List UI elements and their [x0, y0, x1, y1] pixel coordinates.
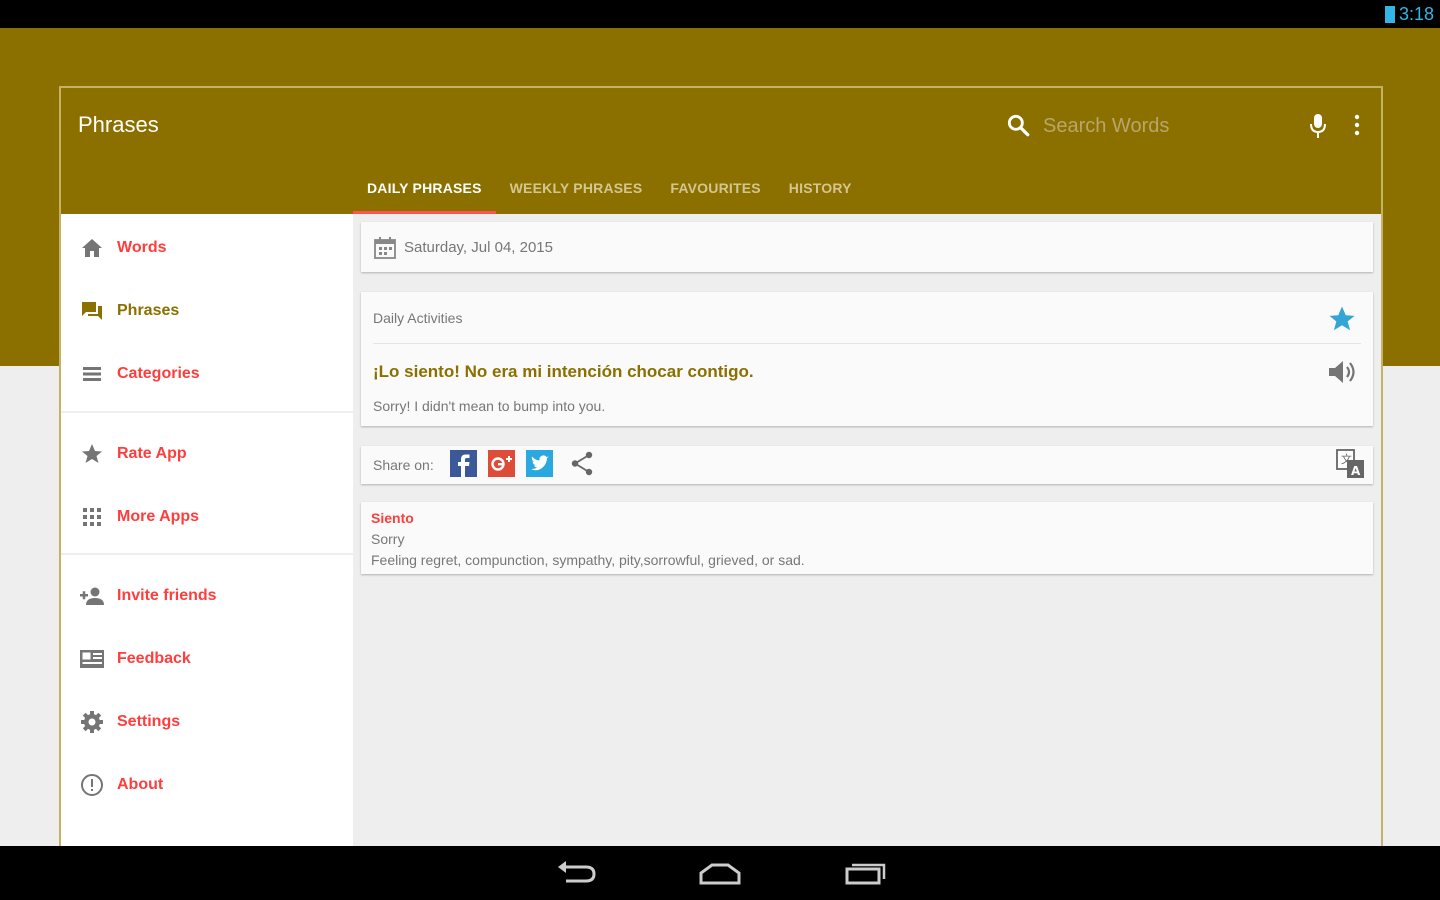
tab-bar: DAILY PHRASES WEEKLY PHRASES FAVOURITES … — [353, 162, 866, 214]
share-label: Share on: — [373, 457, 434, 473]
word-translation: Sorry — [371, 531, 405, 547]
sidebar-item-about[interactable]: About — [61, 760, 353, 810]
app-window: Phrases DAILY PHRASES WEEKLY PHRASES FAV… — [59, 86, 1383, 848]
share-icon[interactable] — [569, 450, 596, 477]
share-card: Share on: 文 A — [361, 446, 1373, 484]
tab-weekly-phrases[interactable]: WEEKLY PHRASES — [496, 162, 657, 214]
phrase-card: Daily Activities ¡Lo siento! No era mi i… — [361, 292, 1373, 426]
phrase-translation: Sorry! I didn't mean to bump into you. — [373, 398, 606, 414]
sidebar-item-label: Settings — [117, 713, 181, 730]
feedback-icon — [79, 646, 105, 672]
word-definition: Feeling regret, compunction, sympathy, p… — [371, 552, 805, 568]
date-card: Saturday, Jul 04, 2015 — [361, 222, 1373, 272]
phrase-date: Saturday, Jul 04, 2015 — [404, 239, 553, 256]
apps-grid-icon — [79, 504, 105, 530]
phrase-text: ¡Lo siento! No era mi intención chocar c… — [373, 362, 754, 381]
person-add-icon — [79, 583, 105, 609]
sidebar-item-label: Invite friends — [117, 587, 217, 604]
status-right: 3:18 — [1384, 4, 1434, 25]
search-input[interactable] — [1043, 112, 1263, 140]
card-divider — [373, 343, 1361, 344]
sidebar-divider — [61, 553, 353, 555]
tab-history[interactable]: HISTORY — [775, 162, 866, 214]
sidebar-item-categories[interactable]: Categories — [61, 349, 353, 399]
svg-text:A: A — [1351, 464, 1361, 478]
info-icon — [79, 772, 105, 798]
google-plus-icon[interactable] — [488, 450, 515, 477]
sidebar-item-more-apps[interactable]: More Apps — [61, 492, 353, 542]
battery-icon — [1384, 6, 1395, 23]
twitter-icon[interactable] — [526, 450, 553, 477]
speaker-icon[interactable] — [1327, 358, 1357, 386]
gear-icon — [79, 709, 105, 735]
microphone-icon[interactable] — [1307, 112, 1329, 140]
sidebar-divider — [61, 411, 353, 413]
sidebar-item-label: More Apps — [117, 508, 200, 525]
star-icon — [79, 441, 105, 467]
navigation-drawer: Words Phrases Categories Rate App More A… — [61, 214, 353, 848]
app-title: Phrases — [78, 112, 159, 137]
sidebar-item-settings[interactable]: Settings — [61, 697, 353, 747]
recent-apps-icon[interactable] — [844, 859, 888, 887]
sidebar-item-label: Words — [117, 239, 167, 256]
facebook-icon[interactable] — [450, 450, 477, 477]
sidebar-item-words[interactable]: Words — [61, 223, 353, 273]
sidebar-item-phrases[interactable]: Phrases — [61, 286, 353, 336]
app-bar: Phrases DAILY PHRASES WEEKLY PHRASES FAV… — [61, 88, 1381, 214]
phrase-category: Daily Activities — [373, 310, 463, 326]
status-time: 3:18 — [1398, 4, 1434, 24]
sidebar-item-feedback[interactable]: Feedback — [61, 634, 353, 684]
sidebar-item-rate-app[interactable]: Rate App — [61, 429, 353, 479]
sidebar-item-label: Rate App — [117, 445, 187, 462]
translate-icon[interactable]: 文 A — [1335, 448, 1367, 480]
list-icon — [79, 361, 105, 387]
overflow-menu-icon[interactable] — [1351, 112, 1363, 140]
sidebar-item-label: Categories — [117, 365, 200, 382]
favourite-star-icon[interactable] — [1327, 304, 1357, 334]
sidebar-item-invite-friends[interactable]: Invite friends — [61, 571, 353, 621]
search-icon[interactable] — [1005, 112, 1031, 138]
calendar-icon — [374, 237, 396, 259]
status-bar: 3:18 — [0, 0, 1440, 28]
sidebar-item-label: About — [117, 776, 164, 793]
tab-favourites[interactable]: FAVOURITES — [656, 162, 774, 214]
sidebar-item-label: Feedback — [117, 650, 191, 667]
home-nav-icon[interactable] — [698, 859, 742, 887]
word-definition-card[interactable]: Siento Sorry Feeling regret, compunction… — [361, 502, 1373, 574]
back-icon[interactable] — [554, 859, 598, 887]
sidebar-item-label: Phrases — [117, 302, 180, 319]
forum-icon — [79, 298, 105, 324]
system-navigation-bar — [0, 846, 1440, 900]
tab-daily-phrases[interactable]: DAILY PHRASES — [353, 162, 496, 214]
home-icon — [79, 235, 105, 261]
word-title[interactable]: Siento — [371, 510, 414, 526]
